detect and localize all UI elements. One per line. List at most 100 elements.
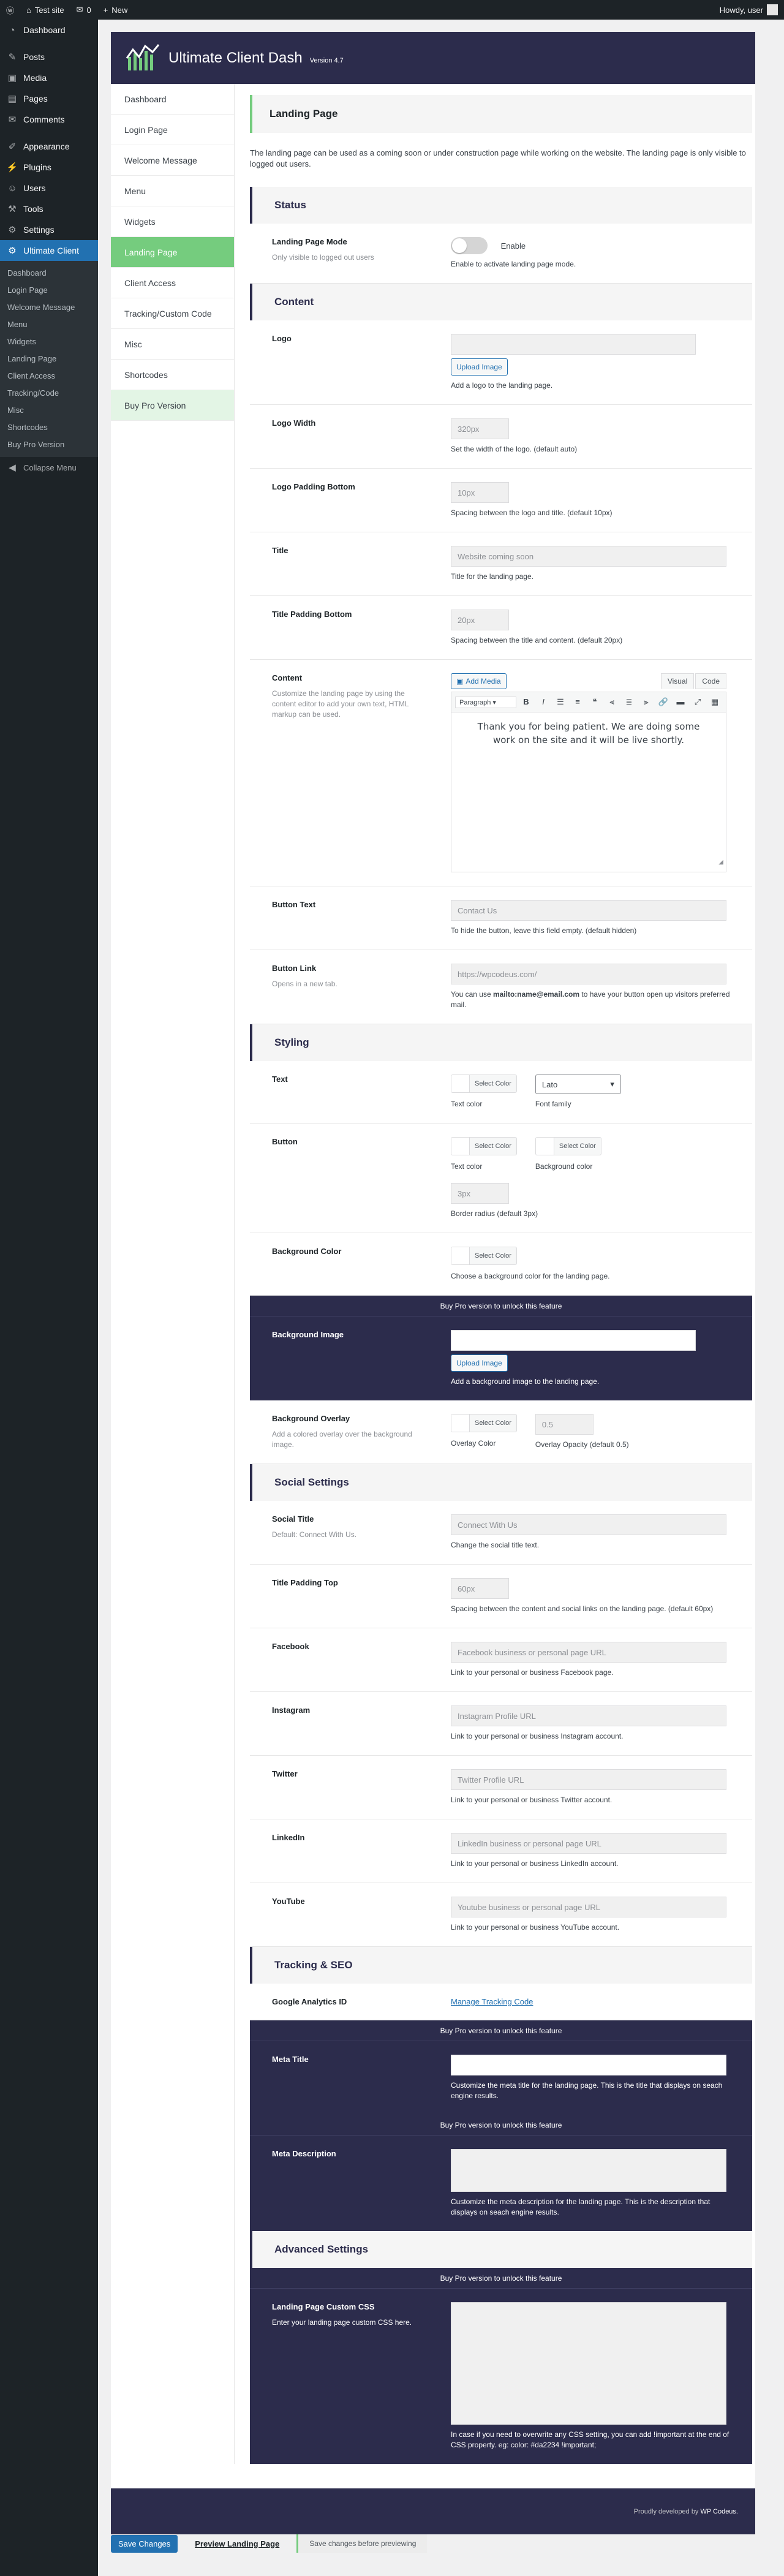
bullet-list-icon[interactable]: ☰ xyxy=(553,695,568,709)
account-menu[interactable]: Howdy, user xyxy=(720,4,784,15)
menu-dashboard[interactable]: ◔ Dashboard xyxy=(0,20,98,40)
tab-shortcodes[interactable]: Shortcodes xyxy=(111,360,234,390)
menu-settings[interactable]: ⚙ Settings xyxy=(0,219,98,240)
comments-link[interactable]: ✉ 0 xyxy=(70,0,97,20)
upload-bg-button[interactable]: Upload Image xyxy=(451,1354,508,1372)
menu-media[interactable]: ▣ Media xyxy=(0,67,98,88)
button-link-input[interactable] xyxy=(451,964,726,984)
menu-tools[interactable]: ⚒ Tools xyxy=(0,198,98,219)
linkedin-input[interactable] xyxy=(451,1833,726,1854)
social-title-input[interactable] xyxy=(451,1514,726,1535)
collapse-menu-button[interactable]: ◀ Collapse Menu xyxy=(0,457,98,478)
submenu-item[interactable]: Client Access xyxy=(0,368,98,385)
bg-color-picker[interactable]: Select Color xyxy=(451,1247,517,1265)
menu-users[interactable]: ☺ Users xyxy=(0,178,98,198)
bold-icon[interactable]: B xyxy=(519,695,533,709)
tab-widgets[interactable]: Widgets xyxy=(111,206,234,237)
pro-banner[interactable]: Buy Pro version to unlock this feature xyxy=(250,1296,752,1316)
title-padding-input[interactable] xyxy=(451,610,509,630)
instagram-input[interactable] xyxy=(451,1705,726,1726)
settings-tabs: Dashboard Login Page Welcome Message Men… xyxy=(111,84,235,2464)
logo-width-input[interactable] xyxy=(451,418,509,439)
setting-social-title: Social Title Default: Connect With Us. C… xyxy=(250,1501,752,1565)
submenu-item[interactable]: Welcome Message xyxy=(0,299,98,316)
manage-tracking-link[interactable]: Manage Tracking Code xyxy=(451,1997,533,2006)
custom-css-textarea[interactable] xyxy=(451,2302,726,2425)
wp-logo-menu[interactable]: ⓦ xyxy=(0,0,20,20)
youtube-input[interactable] xyxy=(451,1897,726,1917)
visual-tab[interactable]: Visual xyxy=(660,673,695,689)
meta-title-input[interactable] xyxy=(451,2055,726,2076)
social-padding-input[interactable] xyxy=(451,1578,509,1599)
align-left-icon[interactable]: ⫷ xyxy=(605,695,619,709)
site-name-link[interactable]: ⌂ Test site xyxy=(20,0,70,20)
editor-content[interactable]: Thank you for being patient. We are doin… xyxy=(451,712,726,872)
submenu-item[interactable]: Misc xyxy=(0,402,98,419)
menu-ultimate-client[interactable]: ⚙ Ultimate Client xyxy=(0,240,98,261)
meta-description-textarea[interactable] xyxy=(451,2149,726,2192)
pro-banner[interactable]: Buy Pro version to unlock this feature xyxy=(250,2020,752,2041)
text-color-picker[interactable]: Select Color xyxy=(451,1075,517,1093)
bg-image-input[interactable] xyxy=(451,1330,696,1351)
page-title: Landing Page xyxy=(250,95,752,133)
menu-comments[interactable]: ✉ Comments xyxy=(0,109,98,130)
submenu-item[interactable]: Shortcodes xyxy=(0,419,98,436)
new-content-link[interactable]: + New xyxy=(97,0,134,20)
tab-misc[interactable]: Misc xyxy=(111,329,234,360)
align-right-icon[interactable]: ⫸ xyxy=(639,695,654,709)
submenu-item[interactable]: Menu xyxy=(0,316,98,333)
setting-background-image: Background Image Upload Image Add a back… xyxy=(250,1316,752,1400)
tab-buy-pro[interactable]: Buy Pro Version xyxy=(111,390,234,421)
numbered-list-icon[interactable]: ≡ xyxy=(570,695,585,709)
title-input[interactable] xyxy=(451,546,726,567)
submenu-item[interactable]: Landing Page xyxy=(0,350,98,368)
button-bg-color-picker[interactable]: Select Color xyxy=(535,1137,601,1155)
blockquote-icon[interactable]: ❝ xyxy=(587,695,602,709)
overlay-opacity-input[interactable] xyxy=(535,1414,594,1435)
setting-logo: Logo Upload Image Add a logo to the land… xyxy=(250,320,752,405)
resize-handle-icon[interactable]: ◢ xyxy=(718,856,723,869)
tab-dashboard[interactable]: Dashboard xyxy=(111,84,234,115)
code-tab[interactable]: Code xyxy=(695,673,726,689)
tab-login-page[interactable]: Login Page xyxy=(111,115,234,145)
tab-tracking-custom-code[interactable]: Tracking/Custom Code xyxy=(111,298,234,329)
menu-plugins[interactable]: ⚡ Plugins xyxy=(0,157,98,178)
pro-banner[interactable]: Buy Pro version to unlock this feature xyxy=(250,2115,752,2136)
align-center-icon[interactable]: ≣ xyxy=(622,695,636,709)
preview-landing-link[interactable]: Preview Landing Page xyxy=(195,2539,279,2548)
submenu-item[interactable]: Buy Pro Version xyxy=(0,436,98,453)
tab-welcome-message[interactable]: Welcome Message xyxy=(111,145,234,176)
save-changes-button[interactable]: Save Changes xyxy=(111,2534,178,2553)
button-text-color-picker[interactable]: Select Color xyxy=(451,1137,517,1155)
menu-posts[interactable]: ✎ Posts xyxy=(0,47,98,67)
twitter-input[interactable] xyxy=(451,1769,726,1790)
upload-logo-button[interactable]: Upload Image xyxy=(451,358,508,376)
submenu-item[interactable]: Login Page xyxy=(0,282,98,299)
add-media-button[interactable]: ▣ Add Media xyxy=(451,673,507,689)
tab-client-access[interactable]: Client Access xyxy=(111,268,234,298)
submenu-item[interactable]: Widgets xyxy=(0,333,98,350)
submenu-item[interactable]: Tracking/Code xyxy=(0,385,98,402)
landing-mode-toggle[interactable] xyxy=(451,237,488,254)
link-icon[interactable]: 🔗 xyxy=(656,695,671,709)
tab-landing-page[interactable]: Landing Page xyxy=(111,237,234,268)
overlay-color-picker[interactable]: Select Color xyxy=(451,1414,517,1432)
italic-icon[interactable]: I xyxy=(536,695,551,709)
logo-padding-input[interactable] xyxy=(451,482,509,503)
menu-appearance[interactable]: ✐ Appearance xyxy=(0,136,98,157)
menu-pages[interactable]: ▤ Pages xyxy=(0,88,98,109)
submenu-item[interactable]: Dashboard xyxy=(0,265,98,282)
tab-menu[interactable]: Menu xyxy=(111,176,234,206)
facebook-input[interactable] xyxy=(451,1642,726,1663)
format-select[interactable]: Paragraph ▾ xyxy=(455,696,516,708)
toolbar-toggle-icon[interactable]: ▦ xyxy=(707,695,722,709)
content-editor: Paragraph ▾ B I ☰ ≡ ❝ ⫷ ≣ ⫸ 🔗 ▬ ⤢ ▦ Than… xyxy=(451,692,726,872)
more-icon[interactable]: ▬ xyxy=(673,695,688,709)
fullscreen-icon[interactable]: ⤢ xyxy=(690,695,705,709)
pro-banner[interactable]: Buy Pro version to unlock this feature xyxy=(250,2268,752,2289)
button-text-input[interactable] xyxy=(451,900,726,921)
font-family-select[interactable]: Lato ▾ xyxy=(535,1075,621,1094)
logo-url-input[interactable] xyxy=(451,334,696,355)
wp-codeus-link[interactable]: WP Codeus. xyxy=(700,2508,738,2515)
border-radius-input[interactable] xyxy=(451,1183,509,1204)
